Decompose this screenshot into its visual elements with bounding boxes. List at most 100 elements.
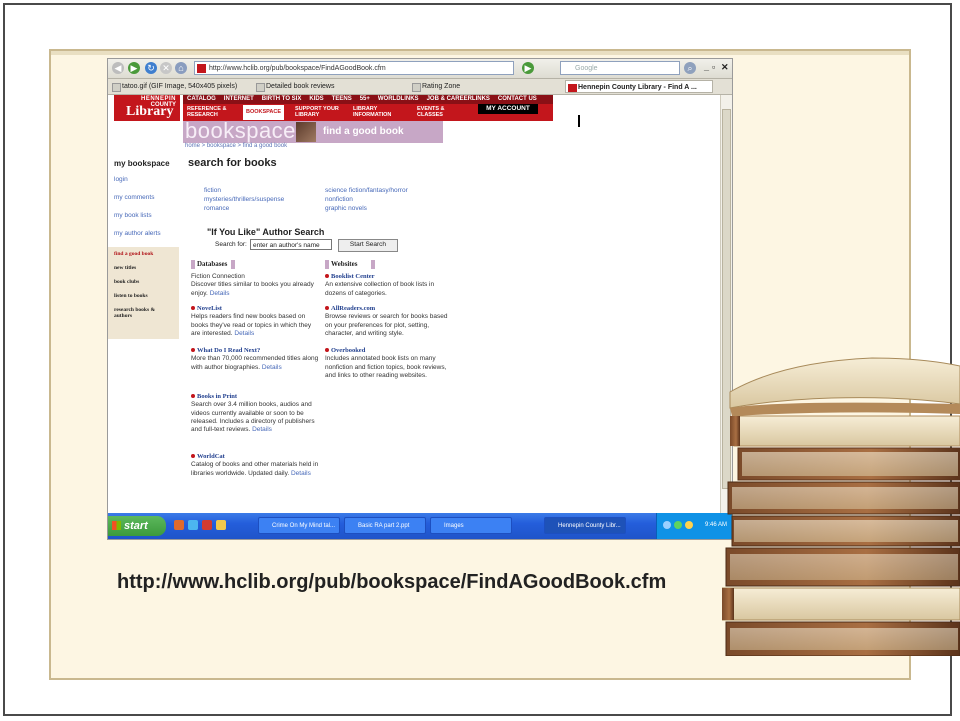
category-mysteries[interactable]: mysteries/thrillers/suspense bbox=[204, 196, 284, 203]
database-title[interactable]: Books in Print bbox=[197, 393, 237, 400]
top-nav-teens[interactable]: TEENS bbox=[328, 95, 356, 104]
top-nav-kids[interactable]: KIDS bbox=[305, 95, 327, 104]
website-desc: An extensive collection of book lists in… bbox=[325, 281, 435, 297]
home-icon[interactable]: ⌂ bbox=[175, 62, 187, 74]
tab-4[interactable]: Hennepin County Library - Find A ... bbox=[565, 80, 713, 93]
details-link[interactable]: Details bbox=[262, 364, 282, 371]
bookspace-title: bookspace bbox=[185, 118, 296, 143]
search-placeholder: Google bbox=[575, 65, 598, 72]
category-scifi[interactable]: science fiction/fantasy/horror bbox=[325, 187, 408, 194]
search-for-label: Search for: bbox=[215, 241, 247, 248]
library-logo[interactable]: HENNEPIN COUNTY Library bbox=[114, 95, 180, 121]
category-nonfiction[interactable]: nonfiction bbox=[325, 196, 353, 203]
search-heading: search for books bbox=[188, 157, 277, 169]
search-icon[interactable]: ⌕ bbox=[684, 62, 696, 74]
breadcrumb[interactable]: home > bookspace > find a good book bbox=[185, 143, 287, 149]
address-bar[interactable]: http://www.hclib.org/pub/bookspace/FindA… bbox=[194, 61, 514, 75]
forward-icon[interactable]: ▶ bbox=[128, 62, 140, 74]
main-nav-reference[interactable]: REFERENCE & RESEARCH bbox=[187, 106, 233, 118]
database-entry: What Do I Read Next? More than 70,000 re… bbox=[191, 347, 321, 372]
tab-label: tatoo.gif (GIF Image, 540x405 pixels) bbox=[122, 83, 238, 90]
tray-icon[interactable] bbox=[663, 521, 671, 529]
tray-icon[interactable] bbox=[674, 521, 682, 529]
quicklaunch-icon[interactable] bbox=[216, 520, 226, 530]
top-nav-internet[interactable]: INTERNET bbox=[220, 95, 258, 104]
reload-icon[interactable]: ↻ bbox=[145, 62, 157, 74]
database-title[interactable]: Fiction Connection bbox=[191, 273, 245, 280]
top-nav-55plus[interactable]: 55+ bbox=[356, 95, 374, 104]
taskbar-item-images[interactable]: Images bbox=[430, 517, 512, 534]
website-title[interactable]: Overbooked bbox=[331, 347, 365, 354]
top-nav-catalog[interactable]: CATALOG bbox=[183, 95, 220, 104]
stop-icon[interactable]: ✕ bbox=[160, 62, 172, 74]
address-text: http://www.hclib.org/pub/bookspace/FindA… bbox=[209, 65, 386, 72]
bullet-icon bbox=[191, 348, 195, 353]
start-button[interactable]: start bbox=[108, 516, 166, 536]
main-nav-library-info[interactable]: LIBRARY INFORMATION bbox=[353, 106, 403, 118]
back-icon[interactable]: ◀ bbox=[112, 62, 124, 74]
category-romance[interactable]: romance bbox=[204, 205, 229, 212]
main-nav-events[interactable]: EVENTS & CLASSES bbox=[417, 106, 457, 118]
browser-screenshot: ◀ ▶ ↻ ✕ ⌂ http://www.hclib.org/pub/books… bbox=[107, 58, 733, 540]
category-graphic-novels[interactable]: graphic novels bbox=[325, 205, 367, 212]
website-title[interactable]: Booklist Center bbox=[331, 273, 375, 280]
sidebar-my-author-alerts[interactable]: my author alerts bbox=[114, 230, 161, 237]
tab-marker-icon bbox=[371, 260, 376, 269]
book-stack-image bbox=[722, 357, 960, 656]
taskbar-item-browser[interactable]: Hennepin County Libr... bbox=[544, 517, 626, 534]
details-link[interactable]: Details bbox=[210, 290, 230, 297]
top-nav-jobs[interactable]: JOB & CAREERLINKS bbox=[423, 95, 494, 104]
tab-2[interactable]: Detailed book reviews bbox=[254, 80, 364, 93]
database-title[interactable]: WorldCat bbox=[197, 453, 225, 460]
quicklaunch-icon[interactable] bbox=[174, 520, 184, 530]
bullet-icon bbox=[325, 306, 329, 311]
top-nav-worldlinks[interactable]: WORLDLINKS bbox=[374, 95, 423, 104]
text-cursor bbox=[578, 115, 580, 127]
find-a-good-book-title: find a good book bbox=[323, 126, 404, 137]
sidebar-login[interactable]: login bbox=[114, 176, 128, 183]
tray-icon[interactable] bbox=[685, 521, 693, 529]
minimize-icon[interactable]: _ bbox=[704, 62, 709, 72]
my-account-button[interactable]: MY ACCOUNT bbox=[478, 104, 538, 114]
taskbar-item-powerpoint[interactable]: Basic RA part 2.ppt bbox=[344, 517, 426, 534]
sidebar-new-titles[interactable]: new titles bbox=[114, 265, 136, 271]
site-favicon bbox=[197, 64, 206, 73]
search-bar[interactable]: Google bbox=[560, 61, 680, 75]
category-fiction[interactable]: fiction bbox=[204, 187, 221, 194]
quicklaunch-icon[interactable] bbox=[188, 520, 198, 530]
website-title[interactable]: AllReaders.com bbox=[331, 305, 375, 312]
tab-marker-icon bbox=[191, 260, 195, 269]
main-nav-support[interactable]: SUPPORT YOUR LIBRARY bbox=[295, 106, 341, 118]
sidebar-book-clubs[interactable]: book clubs bbox=[114, 279, 139, 285]
bullet-icon bbox=[325, 274, 329, 279]
sidebar-listen-to-books[interactable]: listen to books bbox=[114, 293, 148, 299]
sidebar-research-books[interactable]: research books & authors bbox=[114, 307, 166, 319]
web-page: HENNEPIN COUNTY Library CATALOG INTERNET B… bbox=[108, 95, 720, 513]
database-entry: Fiction Connection Discover titles simil… bbox=[191, 273, 321, 298]
sidebar-my-comments[interactable]: my comments bbox=[114, 194, 154, 201]
database-title[interactable]: What Do I Read Next? bbox=[197, 347, 260, 354]
details-link[interactable]: Details bbox=[291, 470, 311, 477]
details-link[interactable]: Details bbox=[234, 330, 254, 337]
start-search-button[interactable]: Start Search bbox=[338, 239, 398, 252]
top-nav-contact[interactable]: CONTACT US bbox=[494, 95, 541, 104]
sidebar-my-book-lists[interactable]: my book lists bbox=[114, 212, 152, 219]
close-icon[interactable]: ✕ bbox=[721, 62, 729, 73]
tab-3[interactable]: Rating Zone bbox=[410, 80, 520, 93]
tab-1[interactable]: tatoo.gif (GIF Image, 540x405 pixels) bbox=[110, 80, 238, 93]
website-desc: Includes annotated book lists on many no… bbox=[325, 355, 447, 379]
quicklaunch-icon[interactable] bbox=[202, 520, 212, 530]
database-entry: Books in Print Search over 3.4 million b… bbox=[191, 393, 321, 434]
maximize-icon[interactable]: ▫ bbox=[712, 62, 715, 72]
taskbar-item-word[interactable]: Crime On My Mind tal... bbox=[258, 517, 340, 534]
website-desc: Browse reviews or search for books based… bbox=[325, 313, 448, 337]
database-title[interactable]: NoveList bbox=[197, 305, 222, 312]
go-icon[interactable]: ▶ bbox=[522, 62, 534, 74]
top-nav-birth-to-six[interactable]: BIRTH TO SIX bbox=[258, 95, 306, 104]
windows-taskbar: start Crime On My Mind tal... Basic RA p… bbox=[108, 513, 732, 539]
bullet-icon bbox=[191, 394, 195, 399]
author-search-input[interactable]: enter an author's name bbox=[250, 239, 332, 250]
sidebar-find-a-good-book[interactable]: find a good book bbox=[114, 251, 153, 257]
details-link[interactable]: Details bbox=[252, 426, 272, 433]
websites-title: Websites bbox=[331, 260, 358, 269]
